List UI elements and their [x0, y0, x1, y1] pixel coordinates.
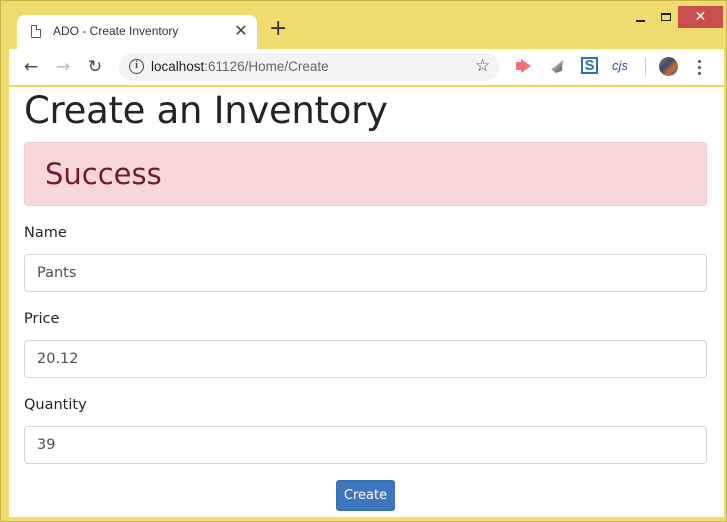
- browser-toolbar: ← → ↻ i localhost:61126/Home/Create ☆ S …: [9, 49, 724, 86]
- page-title: Create an Inventory: [24, 89, 388, 132]
- reload-icon[interactable]: ↻: [85, 57, 105, 77]
- back-arrow-icon[interactable]: ←: [21, 57, 41, 77]
- browser-tab[interactable]: ADO - Create Inventory ✕: [17, 15, 257, 49]
- forward-arrow-icon[interactable]: →: [53, 57, 73, 77]
- page-icon: [31, 25, 41, 38]
- minimize-button[interactable]: [627, 6, 653, 28]
- create-button[interactable]: Create: [336, 480, 395, 511]
- name-label: Name: [24, 225, 67, 241]
- minimize-icon: [635, 20, 645, 22]
- profile-avatar[interactable]: [659, 57, 678, 76]
- url-text[interactable]: localhost:61126/Home/Create: [151, 59, 329, 74]
- maximize-icon: [661, 13, 671, 21]
- price-input[interactable]: 20.12: [24, 340, 707, 378]
- url-host: localhost: [151, 59, 205, 74]
- alert-message: Success: [45, 157, 162, 191]
- new-tab-button[interactable]: +: [269, 18, 287, 40]
- browser-window: ADO - Create Inventory ✕ + ✕ ← → ↻ i loc…: [0, 0, 727, 522]
- maximize-button[interactable]: [653, 6, 679, 28]
- price-label: Price: [24, 311, 60, 327]
- tab-title: ADO - Create Inventory: [53, 24, 179, 38]
- send-arrow-extension-icon[interactable]: [515, 58, 535, 76]
- cjs-extension-icon[interactable]: cjs: [612, 58, 634, 76]
- kebab-menu-icon[interactable]: [693, 57, 705, 77]
- window-close-button[interactable]: ✕: [678, 6, 723, 28]
- address-bar[interactable]: i localhost:61126/Home/Create ☆: [119, 53, 499, 81]
- url-path: :61126/Home/Create: [204, 59, 329, 74]
- quantity-input[interactable]: 39: [24, 426, 707, 464]
- title-bar: ADO - Create Inventory ✕ + ✕: [1, 1, 726, 49]
- shark-extension-icon[interactable]: [549, 58, 569, 76]
- toolbar-divider: [645, 58, 646, 76]
- quantity-label: Quantity: [24, 397, 87, 413]
- s-extension-icon[interactable]: S: [581, 57, 598, 74]
- name-input[interactable]: Pants: [24, 254, 707, 292]
- status-alert: Success: [24, 142, 707, 206]
- bookmark-star-icon[interactable]: ☆: [475, 56, 490, 76]
- page-content: Create an Inventory Success Name Pants P…: [9, 87, 724, 517]
- info-icon[interactable]: i: [129, 59, 144, 74]
- tab-close-icon[interactable]: ✕: [233, 21, 249, 40]
